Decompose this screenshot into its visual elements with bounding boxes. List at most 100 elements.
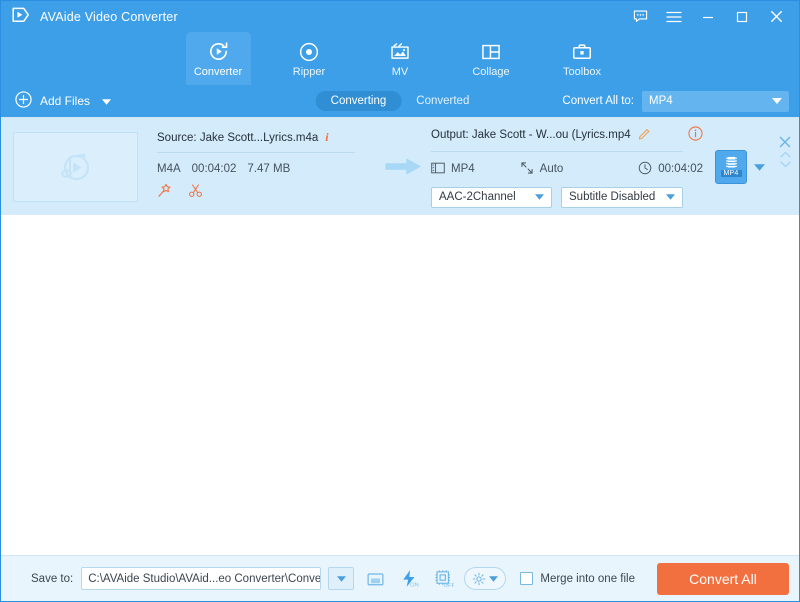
tab-ripper[interactable]: Ripper	[277, 32, 342, 85]
tab-collage[interactable]: Collage	[459, 32, 524, 85]
tab-ripper-label: Ripper	[293, 66, 325, 78]
file-row[interactable]: Source: Jake Scott...Lyrics.m4a i M4A 00…	[1, 118, 799, 215]
tab-converter[interactable]: Converter	[186, 32, 251, 85]
format-badge-button[interactable]: MP4	[715, 150, 747, 184]
resize-icon	[520, 161, 534, 178]
film-strip-icon	[724, 156, 739, 169]
source-filesize: 7.47 MB	[247, 163, 290, 175]
play-logo-icon	[10, 6, 31, 27]
chevron-down-icon	[102, 94, 111, 108]
tab-toolbox-label: Toolbox	[563, 66, 601, 78]
music-note-placeholder-icon	[53, 147, 99, 187]
segment-converted[interactable]: Converted	[401, 91, 484, 111]
tab-toolbox[interactable]: Toolbox	[550, 32, 615, 85]
rename-pencil-icon[interactable]	[638, 126, 652, 143]
source-format: M4A	[157, 163, 181, 175]
clock-icon	[638, 161, 652, 178]
tab-mv-label: MV	[392, 66, 409, 78]
source-column: Source: Jake Scott...Lyrics.m4a i M4A 00…	[157, 130, 375, 203]
gpu-acceleration-toggle[interactable]: OFF	[430, 567, 456, 591]
file-list: Source: Jake Scott...Lyrics.m4a i M4A 00…	[1, 118, 799, 555]
menu-icon[interactable]	[657, 1, 691, 32]
cpu-chip-icon	[437, 572, 448, 583]
move-up-icon[interactable]	[780, 151, 791, 158]
output-format-group: MP4	[431, 162, 475, 177]
subtitle-select[interactable]: Subtitle Disabled	[561, 187, 683, 208]
hardware-acceleration-toggle[interactable]: ON	[396, 567, 422, 591]
convert-all-to-label: Convert All to:	[562, 95, 634, 107]
save-to-path-input[interactable]: C:\AVAide Studio\AVAid...eo Converter\Co…	[81, 567, 321, 590]
mv-icon	[389, 40, 411, 63]
save-to-history-dropdown[interactable]	[328, 567, 354, 590]
status-segmented-control: Converting Converted	[316, 91, 485, 111]
format-badge-label: MP4	[721, 170, 742, 177]
subtitle-value: Subtitle Disabled	[569, 191, 655, 203]
svg-text:ON: ON	[410, 582, 419, 588]
tab-collage-label: Collage	[472, 66, 509, 78]
file-thumbnail[interactable]	[13, 132, 138, 202]
action-toolbar: Add Files Converting Converted Convert A…	[1, 85, 799, 118]
output-metadata: MP4 Auto	[431, 152, 703, 178]
save-to-label: Save to:	[31, 573, 73, 585]
app-title: AVAide Video Converter	[40, 10, 178, 24]
convert-all-to-group: Convert All to: MP4	[562, 91, 799, 112]
output-selects: AAC-2Channel Subtitle Disabled	[431, 178, 703, 208]
segment-converting[interactable]: Converting	[316, 91, 402, 111]
output-duration-group: 00:04:02	[638, 161, 703, 178]
preferences-button[interactable]	[464, 567, 506, 590]
source-metadata: M4A 00:04:02 7.47 MB	[157, 153, 375, 175]
tab-mv[interactable]: MV	[368, 32, 433, 85]
plus-circle-icon	[15, 91, 32, 111]
convert-all-button[interactable]: Convert All	[657, 563, 789, 595]
title-bar: AVAide Video Converter	[1, 1, 799, 32]
output-duration: 00:04:02	[658, 163, 703, 175]
bottom-bar: Save to: C:\AVAide Studio\AVAid...eo Con…	[1, 555, 799, 601]
minimize-icon[interactable]	[691, 1, 725, 32]
app-window: AVAide Video Converter	[0, 0, 800, 602]
tab-converter-label: Converter	[194, 66, 242, 78]
app-logo: AVAide Video Converter	[1, 6, 178, 27]
close-icon[interactable]	[759, 1, 793, 32]
source-filename: Source: Jake Scott...Lyrics.m4a	[157, 132, 318, 144]
maximize-icon[interactable]	[725, 1, 759, 32]
source-duration: 00:04:02	[192, 163, 237, 175]
output-column: Output: Jake Scott - W...ou (Lyrics.mp4	[431, 126, 703, 208]
feedback-icon[interactable]	[623, 1, 657, 32]
move-down-icon[interactable]	[780, 161, 791, 168]
chevron-down-icon	[772, 95, 782, 107]
output-resolution-group: Auto	[520, 161, 564, 178]
chevron-down-icon	[535, 191, 544, 203]
scissors-trim-icon[interactable]	[188, 183, 203, 203]
output-format: MP4	[451, 163, 475, 175]
film-icon	[431, 162, 445, 177]
magic-wand-edit-icon[interactable]	[157, 183, 172, 203]
output-filename: Output: Jake Scott - W...ou (Lyrics.mp4	[431, 129, 631, 141]
gear-icon	[472, 572, 486, 586]
collage-icon	[480, 40, 502, 63]
converter-icon	[207, 40, 230, 63]
output-title-row: Output: Jake Scott - W...ou (Lyrics.mp4	[431, 126, 703, 151]
merge-into-one-file-checkbox[interactable]: Merge into one file	[520, 572, 635, 585]
output-resolution: Auto	[540, 163, 564, 175]
remove-file-icon[interactable]	[779, 136, 791, 148]
source-title-row: Source: Jake Scott...Lyrics.m4a i	[157, 130, 375, 152]
main-nav: Converter Ripper MV	[1, 32, 799, 85]
folder-open-icon	[366, 570, 385, 588]
output-info-icon[interactable]	[688, 126, 703, 144]
source-tools	[157, 175, 375, 203]
open-folder-button[interactable]	[362, 567, 388, 591]
toolbox-icon	[571, 40, 593, 63]
chevron-down-icon	[666, 191, 675, 203]
audio-track-select[interactable]: AAC-2Channel	[431, 187, 552, 208]
convert-all-to-value: MP4	[649, 95, 673, 107]
add-files-label: Add Files	[40, 94, 90, 108]
checkbox-box	[520, 572, 533, 585]
conversion-arrow	[375, 157, 431, 176]
audio-track-value: AAC-2Channel	[439, 191, 516, 203]
add-files-button[interactable]: Add Files	[1, 91, 111, 111]
convert-all-to-select[interactable]: MP4	[642, 91, 789, 112]
right-arrow-icon	[385, 157, 422, 176]
row-controls	[779, 136, 791, 168]
source-info-icon[interactable]: i	[325, 130, 328, 145]
format-dropdown-caret-icon[interactable]	[754, 158, 765, 176]
